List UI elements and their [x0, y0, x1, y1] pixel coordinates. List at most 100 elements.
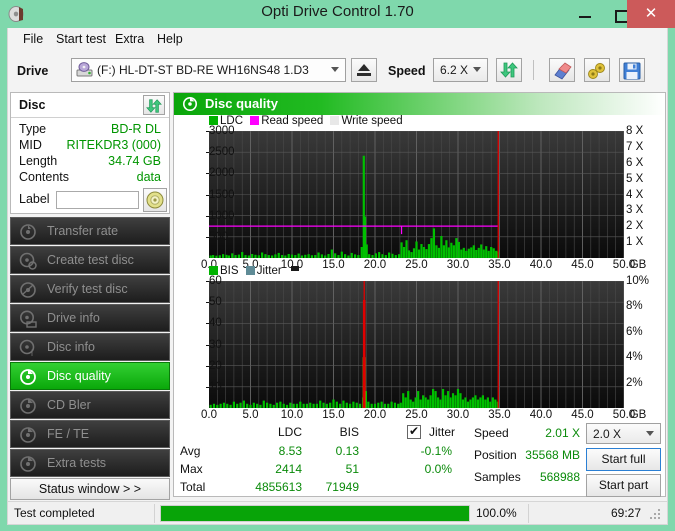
elapsed-time: 69:27 [610, 506, 641, 520]
disc-row-length: Length 34.74 GB [11, 154, 169, 171]
y2-tick-label: 7 X [626, 140, 644, 153]
sidebar-label: Create test disc [47, 253, 134, 267]
disc-fete-icon [19, 426, 37, 444]
disc-label-input[interactable] [56, 191, 139, 209]
resolution-value: 2.0 X [593, 427, 622, 441]
sidebar-label: Disc quality [47, 369, 111, 383]
speed-select[interactable]: 6.2 X [433, 58, 488, 82]
sidebar-label: Drive info [47, 311, 100, 325]
disc-quality-panel: Disc quality LDC Read speed Write speed … [173, 92, 666, 497]
sidebar-label: Extra tests [47, 456, 107, 470]
stats-max-jitter: 0.0% [424, 462, 452, 476]
disc-key-mid: MID [19, 138, 42, 152]
disc-label-button[interactable] [143, 188, 167, 212]
sidebar-item-drive-info[interactable]: Drive info [10, 304, 170, 332]
x-tick-label: 10.0 [280, 409, 304, 421]
status-window-button[interactable]: Status window > > [10, 478, 170, 500]
toolbar-divider [533, 60, 534, 80]
menu-file[interactable]: File [17, 31, 49, 47]
disc-verify-icon [19, 281, 37, 299]
y-tick-mark [206, 173, 209, 175]
speed-label: Speed [388, 64, 426, 78]
stats-header-ldc: LDC [277, 425, 302, 439]
disc-refresh-button[interactable] [143, 95, 165, 115]
refresh-button[interactable] [496, 58, 522, 82]
legend-swatch-write-speed [330, 116, 340, 125]
y-tick-mark [206, 323, 209, 325]
sidebar-item-cd-bler[interactable]: CD Bler [10, 391, 170, 419]
info-value-samples: 568988 [539, 470, 580, 484]
title-bar: Opti Drive Control 1.70 [0, 0, 675, 28]
menu-bar: File Start test Extra Help [7, 28, 668, 50]
disc-value-mid: RITEKDR3 (000) [66, 138, 161, 152]
sidebar-item-create-test-disc[interactable]: Create test disc [10, 246, 170, 274]
status-divider-2 [528, 504, 529, 523]
y-tick-mark [206, 281, 209, 282]
sidebar-item-verify-test-disc[interactable]: Verify test disc [10, 275, 170, 303]
x-tick-label: 25.0 [405, 409, 428, 421]
x-tick-label: 40.0 [529, 409, 553, 421]
eject-button[interactable] [351, 58, 377, 82]
start-full-button[interactable]: Start full [586, 448, 661, 471]
legend-label-bis: BIS [220, 265, 239, 277]
y-tick-mark [206, 386, 209, 388]
chart-legend-top: LDC Read speed Write speed [209, 115, 403, 127]
start-part-button[interactable]: Start part [586, 474, 661, 497]
main-content: Disc Type BD-R DL MID RITEKDR3 (000) Len… [7, 90, 668, 501]
disc-panel-title: Disc [19, 98, 46, 112]
plot-area-bottom[interactable] [209, 281, 624, 408]
sidebar-item-fe-te[interactable]: FE / TE [10, 420, 170, 448]
stats-avg-bis: 0.13 [335, 444, 359, 458]
y-tick-mark [206, 344, 209, 346]
sidebar-label: Disc info [47, 340, 95, 354]
sidebar-label: Transfer rate [47, 224, 119, 238]
resize-grip-icon[interactable] [650, 509, 662, 521]
disc-value-type: BD-R DL [110, 122, 161, 136]
disc-key-contents: Contents [19, 170, 70, 184]
x-tick-label: 20.0 [363, 409, 387, 421]
chevron-down-icon [473, 67, 481, 72]
sidebar-item-extra-tests[interactable]: Extra tests [10, 449, 170, 477]
plot-area-top[interactable] [209, 131, 624, 258]
sidebar-item-transfer-rate[interactable]: Transfer rate [10, 217, 170, 245]
erase-button[interactable] [549, 58, 575, 82]
settings-button[interactable] [584, 58, 610, 82]
disc-drive-icon [19, 310, 37, 328]
y2-tick-label: 6 X [626, 156, 644, 169]
disc-extra-icon [19, 455, 37, 473]
jitter-checkbox[interactable] [407, 424, 421, 439]
y-tick-mark [206, 152, 209, 154]
legend-swatch-read-speed [250, 116, 260, 125]
legend-label-read-speed: Read speed [261, 115, 324, 127]
y-tick-mark [206, 302, 209, 304]
info-value-speed: 2.01 X [545, 426, 580, 440]
y2-tick-label: 4 X [626, 188, 644, 201]
disc-row-contents: Contents data [11, 170, 169, 187]
progress-fill [161, 506, 469, 521]
disc-gear-icon [19, 223, 37, 241]
y2-tick-label: 5 X [626, 172, 644, 185]
legend-label-write-speed: Write speed [341, 115, 403, 127]
minimize-button[interactable] [567, 0, 603, 28]
resolution-select[interactable]: 2.0 X [586, 423, 661, 444]
x-tick-label: 45.0 [571, 409, 594, 421]
stats-header-bis: BIS [339, 425, 359, 439]
y2-tick-label: 1 X [626, 236, 644, 249]
y2-tick-label: 8 X [626, 125, 644, 137]
y2-tick-label: 10% [626, 275, 650, 287]
menu-extra[interactable]: Extra [109, 31, 150, 47]
info-key-position: Position [474, 448, 517, 462]
chevron-down-icon [331, 67, 339, 72]
menu-help[interactable]: Help [151, 31, 189, 47]
drive-select[interactable]: (F:) HL-DT-ST BD-RE WH16NS48 1.D3 [71, 58, 346, 82]
sidebar-item-disc-quality[interactable]: Disc quality [10, 362, 170, 390]
disc-key-length: Length [19, 154, 58, 168]
y2-tick-label: 6% [626, 325, 643, 338]
close-button[interactable] [627, 0, 675, 28]
menu-start-test[interactable]: Start test [50, 31, 112, 47]
disc-quality-icon [19, 368, 37, 386]
save-button[interactable] [619, 58, 645, 82]
sidebar-item-disc-info[interactable]: i Disc info [10, 333, 170, 361]
disc-info-icon: i [19, 339, 37, 358]
status-message: Test completed [14, 506, 95, 520]
